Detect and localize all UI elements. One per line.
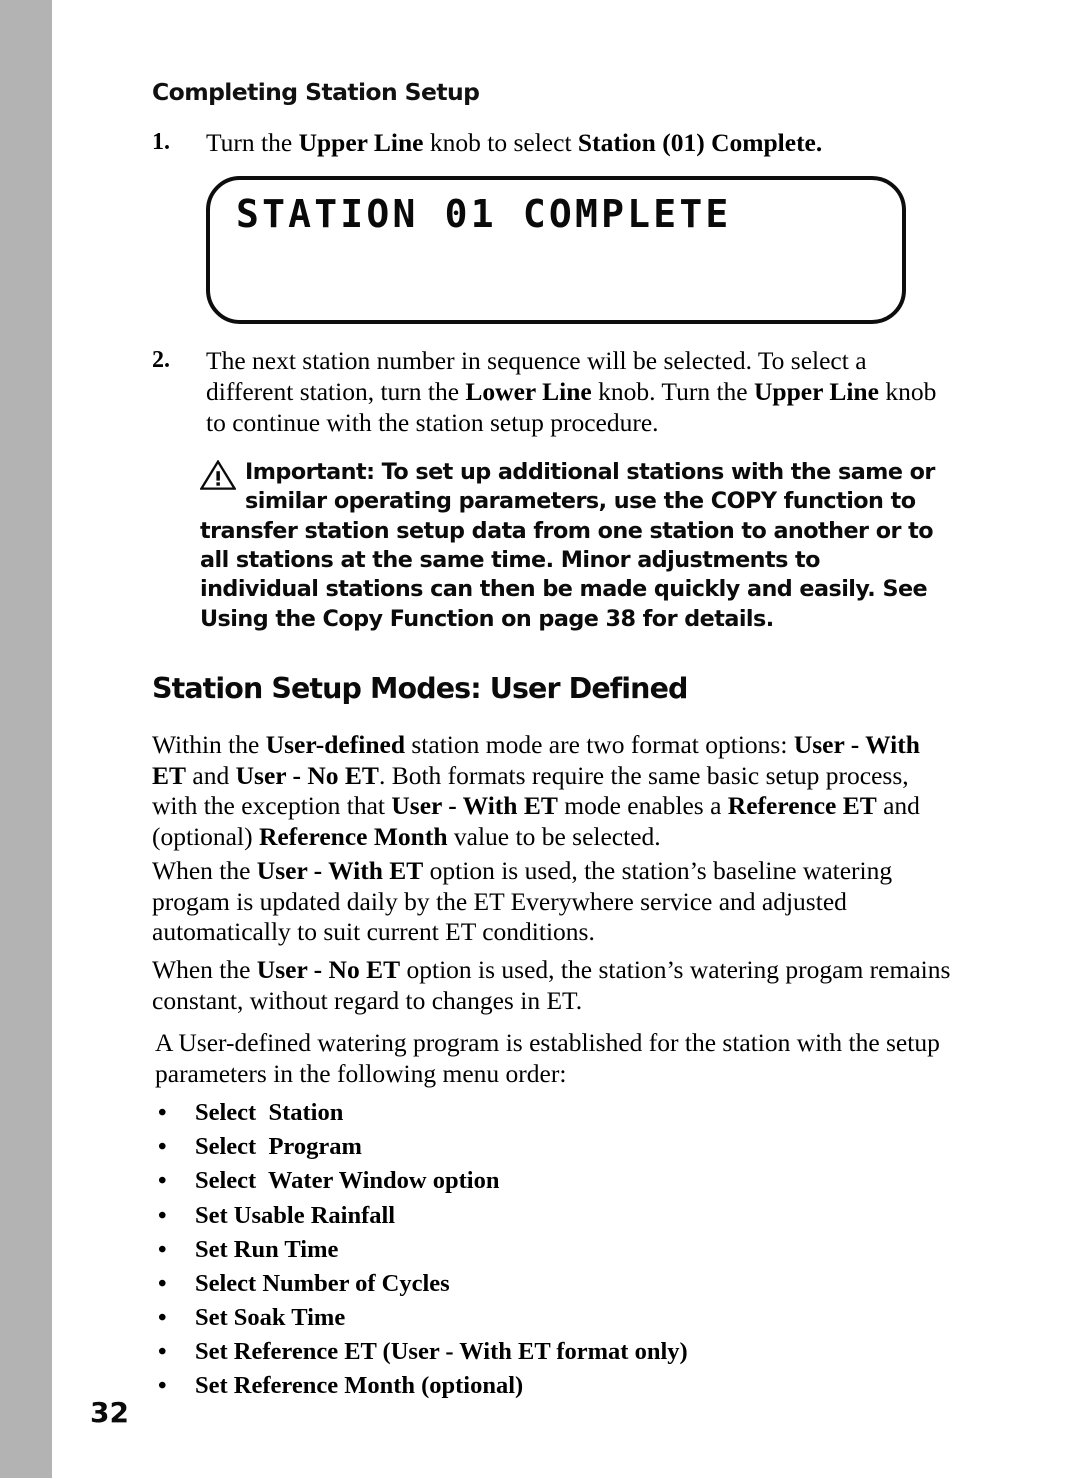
step-item-2: 2. The next station number in sequence w… [152, 346, 942, 439]
parameter-list-item-label: Set Reference Month (optional) [195, 1372, 524, 1400]
parameter-list-item: • Set Usable Rainfall [155, 1199, 895, 1233]
parameter-list-item: • Select Program [155, 1130, 895, 1164]
page-content: Completing Station Setup 1. Turn the Upp… [0, 0, 1080, 1478]
emphasis-text: User - No ET [235, 760, 379, 790]
parameter-list-item: • Set Run Time [155, 1233, 895, 1267]
bullet-dot-icon: • [158, 1167, 167, 1195]
parameter-list-item: • Set Soak Time [155, 1301, 895, 1335]
emphasis-text: Upper Line [754, 376, 879, 406]
bullet-dot-icon: • [158, 1372, 167, 1400]
body-paragraph: A User-defined watering program is estab… [155, 1028, 955, 1089]
parameter-list-item: • Set Reference ET (User - With ET format… [155, 1335, 895, 1369]
parameter-list-item-label: Select Water Window option [195, 1167, 500, 1195]
emphasis-text: Reference ET [727, 791, 877, 821]
warning-triangle-icon [200, 460, 236, 490]
step-number: 2. [152, 347, 170, 373]
emphasis-text: Reference Month [258, 822, 448, 852]
parameter-list-item-label: Set Usable Rainfall [195, 1201, 396, 1229]
emphasis-text: User-defined [265, 730, 405, 759]
bullet-dot-icon: • [158, 1235, 167, 1263]
plain-text: mode enables a [557, 791, 728, 821]
step-item-1: 1. Turn the Upper Line knob to select St… [152, 128, 942, 159]
plain-text: station mode are two format options: [405, 730, 794, 759]
step-text: Turn the Upper Line knob to select Stati… [206, 128, 942, 159]
plain-text: Turn the [206, 128, 299, 157]
lcd-screen: STATION 01 COMPLETE [206, 176, 906, 324]
body-paragraph: Within the User-defined station mode are… [152, 730, 952, 853]
parameter-list-item: • Select Number of Cycles [155, 1267, 895, 1301]
parameter-list-item: • Set Reference Month (optional) [155, 1369, 895, 1403]
parameter-list-item: • Select Water Window option [155, 1164, 895, 1198]
bullet-dot-icon: • [158, 1099, 167, 1126]
parameter-list-item: • Select Station [155, 1096, 895, 1130]
body-paragraph: When the User - With ET option is used, … [152, 856, 952, 948]
bullet-dot-icon: • [158, 1304, 167, 1332]
parameter-list-item-label: Set Run Time [195, 1235, 339, 1263]
bullet-dot-icon: • [158, 1201, 167, 1229]
parameter-list-item-label: Select Station [195, 1099, 344, 1126]
emphasis-text: User - With ET [256, 856, 424, 885]
parameter-list-item-label: Set Reference ET (User - With ET format … [195, 1338, 688, 1366]
parameter-list: • Select Station • Select Program • Select Wa… [155, 1096, 895, 1404]
parameter-list-item-label: Select Program [195, 1133, 362, 1161]
important-callout: Important: To set up additional stations… [200, 458, 942, 634]
bullet-dot-icon: • [158, 1269, 167, 1297]
emphasis-text: User - No ET [256, 955, 401, 984]
step-number: 1. [152, 129, 170, 155]
page-kicker-heading: Completing Station Setup [152, 78, 480, 106]
section-heading: Station Setup Modes: User Defined [152, 672, 688, 705]
step-text: The next station number in sequence will… [206, 346, 942, 439]
body-paragraph: When the User - No ET option is used, th… [152, 955, 952, 1016]
plain-text: A User-defined watering program is estab… [155, 1028, 940, 1088]
lcd-line-1: STATION 01 COMPLETE [236, 192, 732, 236]
plain-text: value to be selected. [447, 822, 661, 852]
emphasis-text: Station (01) Complete. [577, 128, 823, 157]
plain-text: When the [152, 955, 257, 984]
emphasis-text: Lower Line [465, 376, 592, 406]
parameter-list-item-label: Set Soak Time [195, 1304, 346, 1332]
emphasis-text: Upper Line [298, 128, 424, 157]
bullet-dot-icon: • [158, 1338, 167, 1366]
bullet-dot-icon: • [158, 1133, 167, 1161]
page-number: 32 [90, 1396, 129, 1429]
important-callout-text: Important: To set up additional stations… [200, 459, 935, 632]
plain-text: knob to select [423, 128, 578, 157]
plain-text: Within the [152, 730, 266, 759]
emphasis-text: User - With ET [391, 791, 558, 821]
plain-text: and [186, 760, 236, 790]
plain-text: knob. Turn the [591, 376, 754, 406]
plain-text: When the [152, 856, 257, 885]
parameter-list-item-label: Select Number of Cycles [195, 1269, 450, 1297]
